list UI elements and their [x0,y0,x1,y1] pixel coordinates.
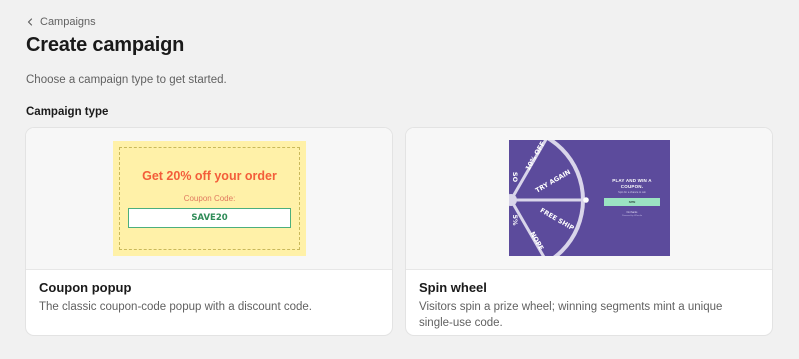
spin-preview: 10% OFF TRY AGAIN FREE SHIP NOPE 5% SO P… [406,128,772,270]
spin-subtext: Spin for a chance to win [618,191,646,194]
wheel-segment-label: SO [511,172,519,183]
coupon-popup-illustration: Get 20% off your order Coupon Code: SAVE… [113,141,306,256]
campaign-card-coupon-popup[interactable]: Get 20% off your order Coupon Code: SAVE… [25,127,393,336]
card-description: Visitors spin a prize wheel; winning seg… [419,301,723,329]
spin-button: SPIN [604,198,660,206]
spin-title-line2: COUPON. [620,183,644,189]
wheel-segment-label: 5% [511,214,519,226]
coupon-code: SAVE20 [128,208,291,228]
page-subtitle: Choose a campaign type to get started. [26,74,227,86]
section-label: Campaign type [26,106,109,118]
card-title: Spin wheel [419,280,487,295]
breadcrumb[interactable]: Campaigns [26,16,96,28]
breadcrumb-label[interactable]: Campaigns [40,16,96,28]
spin-footer: No thanks [626,211,638,214]
campaign-card-spin-wheel[interactable]: 10% OFF TRY AGAIN FREE SHIP NOPE 5% SO P… [405,127,773,336]
chevron-left-icon [27,18,33,26]
page-title: Create campaign [26,34,185,56]
card-title: Coupon popup [39,280,132,295]
coupon-headline: Get 20% off your order [142,169,277,183]
coupon-code-label: Coupon Code: [183,194,236,203]
card-description: The classic coupon-code popup with a dis… [39,301,312,313]
spin-wheel-illustration: 10% OFF TRY AGAIN FREE SHIP NOPE 5% SO P… [509,140,670,256]
spin-footer-small: Powered by Wheelio [621,215,643,217]
coupon-preview: Get 20% off your order Coupon Code: SAVE… [26,128,392,270]
